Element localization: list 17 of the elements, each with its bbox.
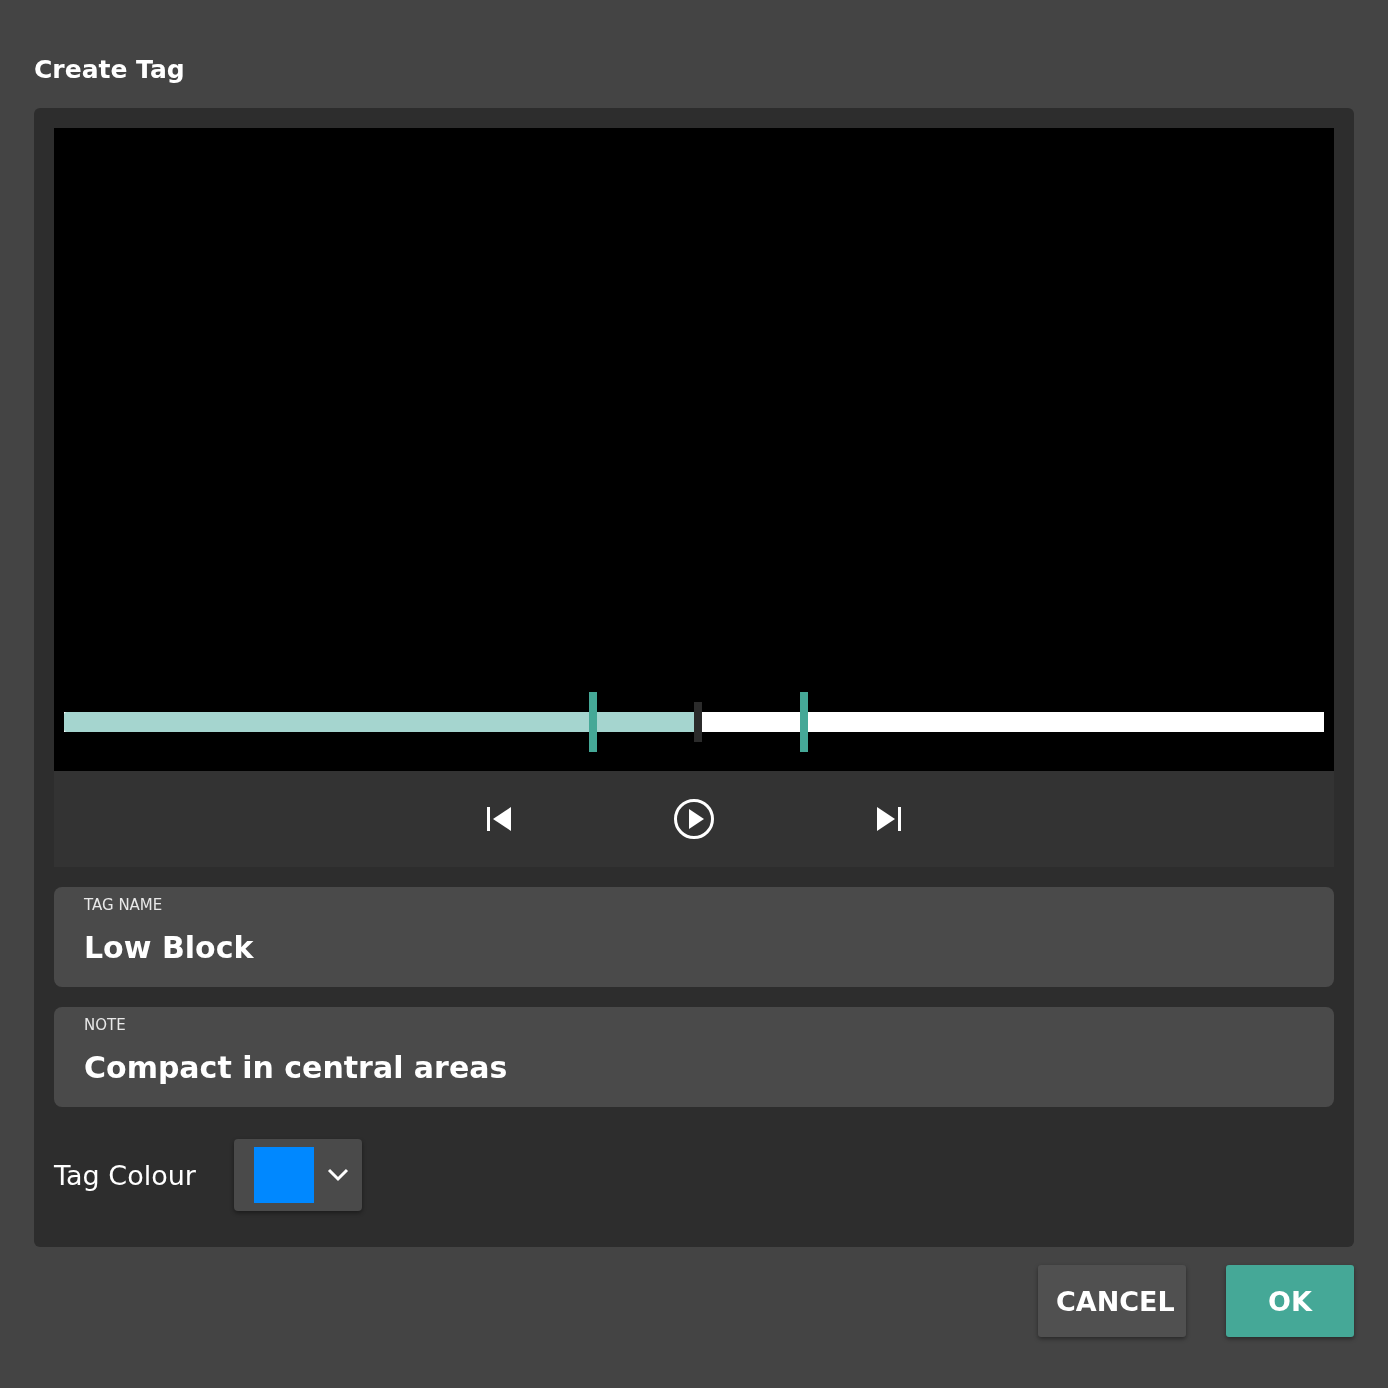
colour-label: Tag Colour: [54, 1159, 196, 1191]
trim-handle[interactable]: [799, 692, 808, 752]
play-icon[interactable]: [673, 798, 715, 840]
field-value: Compact in central areas: [84, 1049, 508, 1087]
colour-dropdown[interactable]: [233, 1139, 362, 1211]
text-field[interactable]: TAG NAME Low Block: [54, 887, 1334, 987]
cancel-button[interactable]: CANCEL: [1038, 1265, 1186, 1337]
text-field[interactable]: NOTE Compact in central areas: [54, 1007, 1334, 1107]
skip-forward-icon[interactable]: [875, 805, 903, 833]
playhead[interactable]: [693, 702, 702, 742]
field-label: NOTE: [84, 1015, 126, 1035]
trim-handle[interactable]: [589, 692, 598, 752]
skip-back-icon[interactable]: [485, 805, 513, 833]
dialog-title: Create Tag: [34, 54, 185, 86]
chevron-down-icon: [325, 1167, 350, 1183]
field-label: TAG NAME: [84, 895, 163, 915]
field-value: Low Block: [84, 929, 254, 967]
